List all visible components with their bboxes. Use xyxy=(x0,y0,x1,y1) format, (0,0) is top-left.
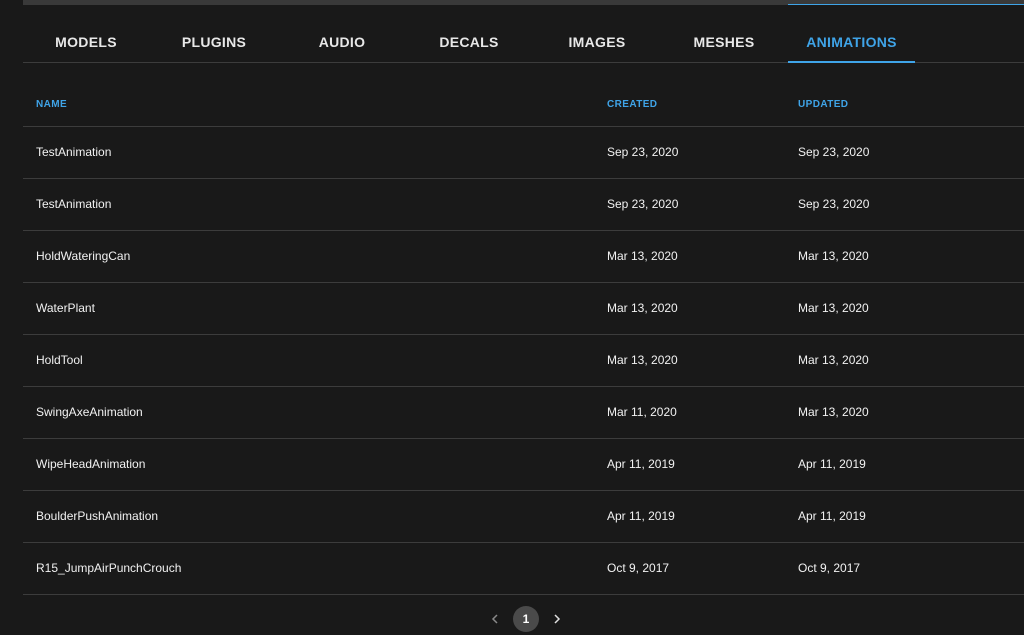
table-header: NAME CREATED UPDATED xyxy=(23,81,1024,127)
column-header-name[interactable]: NAME xyxy=(36,81,67,126)
updated-date: Sep 23, 2020 xyxy=(798,197,870,211)
created-date: Apr 11, 2019 xyxy=(607,457,675,471)
updated-date: Oct 9, 2017 xyxy=(798,561,861,575)
updated-date: Apr 11, 2019 xyxy=(798,457,866,471)
tab-audio[interactable]: AUDIO xyxy=(290,23,394,62)
created-date: Sep 23, 2020 xyxy=(607,145,679,159)
table-row[interactable]: WaterPlant Mar 13, 2020 Mar 13, 2020 xyxy=(23,283,1024,335)
created-date: Oct 9, 2017 xyxy=(607,561,670,575)
asset-name[interactable]: HoldTool xyxy=(36,335,83,386)
tab-decals[interactable]: DECALS xyxy=(417,23,521,62)
tab-meshes[interactable]: MESHES xyxy=(672,23,776,62)
created-date: Apr 11, 2019 xyxy=(607,509,675,523)
updated-date: Sep 23, 2020 xyxy=(798,145,870,159)
created-date: Mar 13, 2020 xyxy=(607,301,678,315)
asset-name[interactable]: HoldWateringCan xyxy=(36,231,130,282)
asset-name[interactable]: R15_JumpAirPunchCrouch xyxy=(36,543,181,594)
created-date: Mar 11, 2020 xyxy=(607,405,677,419)
asset-name[interactable]: WipeHeadAnimation xyxy=(36,439,145,490)
table-row[interactable]: BoulderPushAnimation Apr 11, 2019 Apr 11… xyxy=(23,491,1024,543)
chevron-right-icon[interactable] xyxy=(548,610,566,628)
updated-date: Mar 13, 2020 xyxy=(798,405,869,419)
created-date: Sep 23, 2020 xyxy=(607,197,679,211)
column-header-updated[interactable]: UPDATED xyxy=(798,81,848,126)
created-date: Mar 13, 2020 xyxy=(607,353,678,367)
updated-date: Mar 13, 2020 xyxy=(798,301,869,315)
page-number-current[interactable]: 1 xyxy=(513,606,539,632)
table-row[interactable]: R15_JumpAirPunchCrouch Oct 9, 2017 Oct 9… xyxy=(23,543,1024,595)
created-date: Mar 13, 2020 xyxy=(607,249,678,263)
tab-models[interactable]: MODELS xyxy=(34,23,138,62)
asset-name[interactable]: WaterPlant xyxy=(36,283,95,334)
asset-name[interactable]: TestAnimation xyxy=(36,127,111,178)
asset-type-tabs: MODELS PLUGINS AUDIO DECALS IMAGES MESHE… xyxy=(23,23,1024,63)
tab-plugins[interactable]: PLUGINS xyxy=(162,23,266,62)
asset-name[interactable]: SwingAxeAnimation xyxy=(36,387,143,438)
updated-date: Mar 13, 2020 xyxy=(798,249,869,263)
top-strip-accent xyxy=(788,4,1024,5)
tab-images[interactable]: IMAGES xyxy=(545,23,649,62)
asset-name[interactable]: TestAnimation xyxy=(36,179,111,230)
column-header-created[interactable]: CREATED xyxy=(607,81,657,126)
animations-table: NAME CREATED UPDATED TestAnimation Sep 2… xyxy=(23,81,1024,595)
table-row[interactable]: HoldTool Mar 13, 2020 Mar 13, 2020 xyxy=(23,335,1024,387)
table-row[interactable]: TestAnimation Sep 23, 2020 Sep 23, 2020 xyxy=(23,127,1024,179)
table-row[interactable]: HoldWateringCan Mar 13, 2020 Mar 13, 202… xyxy=(23,231,1024,283)
updated-date: Apr 11, 2019 xyxy=(798,509,866,523)
asset-name[interactable]: BoulderPushAnimation xyxy=(36,491,158,542)
table-row[interactable]: TestAnimation Sep 23, 2020 Sep 23, 2020 xyxy=(23,179,1024,231)
tab-animations[interactable]: ANIMATIONS xyxy=(788,23,915,63)
table-row[interactable]: WipeHeadAnimation Apr 11, 2019 Apr 11, 2… xyxy=(23,439,1024,491)
chevron-left-icon[interactable] xyxy=(486,610,504,628)
table-row[interactable]: SwingAxeAnimation Mar 11, 2020 Mar 13, 2… xyxy=(23,387,1024,439)
updated-date: Mar 13, 2020 xyxy=(798,353,869,367)
